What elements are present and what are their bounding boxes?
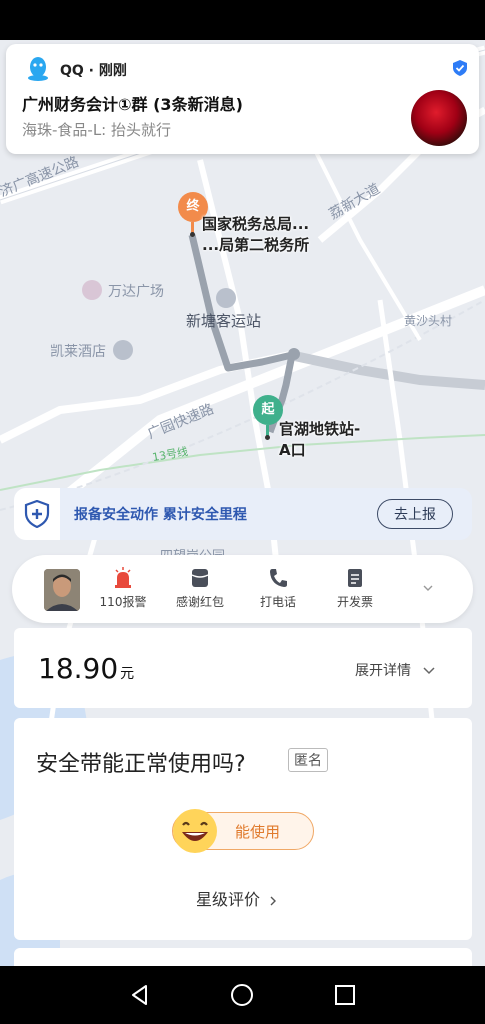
destination-name-line1: 国家税务总局... bbox=[202, 215, 310, 233]
invoice-icon bbox=[348, 569, 362, 587]
origin-name-line2: A口 bbox=[279, 441, 306, 459]
back-icon[interactable] bbox=[128, 983, 152, 1007]
star-rating-label: 星级评价 bbox=[196, 890, 261, 909]
safety-banner-text: 报备安全动作 累计安全里程 bbox=[74, 507, 247, 523]
safety-banner[interactable]: 报备安全动作 累计安全里程 去上报 bbox=[14, 488, 472, 540]
next-card-peek bbox=[14, 948, 472, 968]
action-label: 开发票 bbox=[336, 595, 373, 609]
recents-icon[interactable] bbox=[333, 983, 357, 1007]
fare-card: 18.90 元 展开详情 bbox=[14, 628, 472, 708]
chevron-right-icon bbox=[270, 896, 277, 905]
driver-avatar[interactable] bbox=[44, 569, 80, 611]
home-icon[interactable] bbox=[230, 983, 254, 1007]
fare-amount: 18.90 元 bbox=[38, 652, 134, 685]
notification-body: 海珠-食品-L: 抬头就行 bbox=[22, 121, 172, 139]
origin-point bbox=[265, 435, 270, 440]
red-packet-icon bbox=[191, 569, 209, 587]
laughing-face-icon bbox=[173, 809, 217, 853]
verified-badge-icon bbox=[453, 60, 467, 76]
qq-penguin-icon bbox=[28, 57, 48, 81]
action-label: 110报警 bbox=[99, 595, 147, 609]
action-label: 感谢红包 bbox=[175, 595, 224, 609]
phone-icon bbox=[270, 569, 287, 587]
action-label: 打电话 bbox=[259, 595, 296, 609]
call-driver-button[interactable]: 打电话 bbox=[243, 567, 313, 610]
fare-unit: 元 bbox=[120, 666, 135, 682]
destination-point bbox=[190, 232, 195, 237]
shield-plus-icon bbox=[14, 488, 60, 540]
driver-action-bar: 110报警 感谢红包 打电话 开发票 bbox=[12, 555, 473, 623]
report-button[interactable]: 去上报 bbox=[377, 499, 453, 529]
qq-notification[interactable]: QQ · 刚刚 广州财务会计①群 (3条新消息) 海珠-食品-L: 抬头就行 bbox=[6, 44, 479, 154]
can-use-label: 能使用 bbox=[235, 823, 281, 841]
anonymous-tag: 匿名 bbox=[288, 748, 328, 772]
notification-title: 广州财务会计①群 (3条新消息) bbox=[22, 95, 243, 114]
bus-station-icon bbox=[216, 288, 236, 308]
map-poi-label: 黄沙头村 bbox=[404, 314, 453, 328]
destination-label[interactable]: 国家税务总局... ...局第二税务所 bbox=[202, 214, 309, 256]
destination-name-line2: ...局第二税务所 bbox=[202, 236, 310, 254]
origin-label[interactable]: 官湖地铁站- A口 bbox=[279, 419, 360, 461]
star-rating-link[interactable]: 星级评价 bbox=[196, 886, 277, 910]
seatbelt-question: 安全带能正常使用吗? bbox=[36, 752, 246, 777]
group-avatar bbox=[411, 90, 467, 146]
expand-details-link[interactable]: 展开详情 bbox=[355, 660, 435, 680]
notification-app-name: QQ · 刚刚 bbox=[60, 63, 127, 79]
alarm-110-button[interactable]: 110报警 bbox=[88, 567, 158, 610]
status-bar bbox=[0, 0, 485, 40]
alarm-icon bbox=[115, 567, 131, 588]
map-poi-label: 凯莱酒店 bbox=[50, 344, 106, 360]
rating-card: 安全带能正常使用吗? 匿名 能使用 星级评价 bbox=[14, 718, 472, 940]
map-poi-label: 万达广场 bbox=[108, 284, 164, 300]
chevron-down-icon[interactable] bbox=[423, 583, 433, 593]
origin-name-line1: 官湖地铁站- bbox=[279, 420, 361, 438]
hotel-icon bbox=[113, 340, 133, 360]
system-navigation-bar bbox=[0, 966, 485, 1024]
issue-invoice-button[interactable]: 开发票 bbox=[320, 567, 390, 610]
mall-icon bbox=[82, 280, 102, 300]
map-poi-label: 新塘客运站 bbox=[186, 312, 262, 330]
expand-details-label: 展开详情 bbox=[355, 663, 411, 679]
thank-red-packet-button[interactable]: 感谢红包 bbox=[165, 567, 235, 610]
chevron-down-icon bbox=[423, 667, 435, 675]
fare-value: 18.90 bbox=[38, 652, 119, 685]
